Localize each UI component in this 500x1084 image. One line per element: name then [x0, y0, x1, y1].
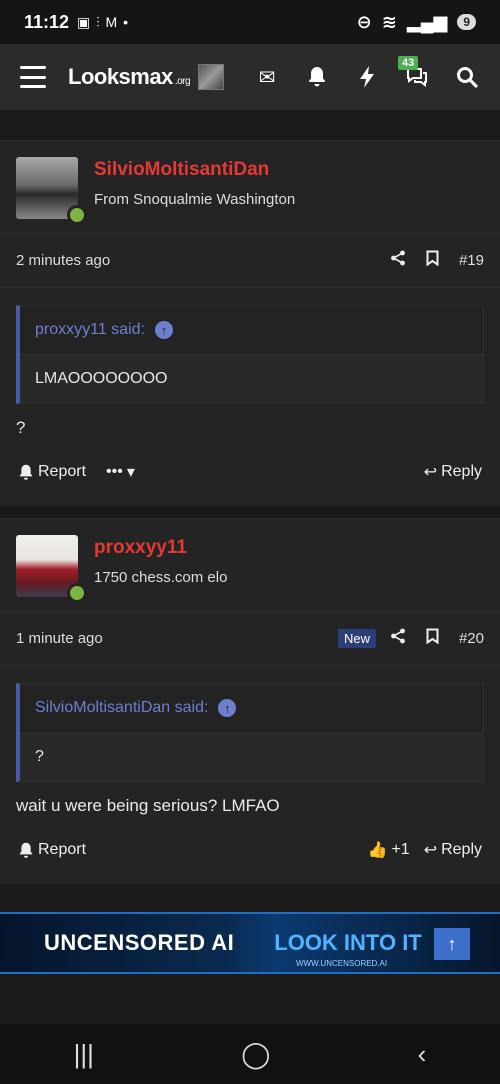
arrow-up-icon[interactable]: ↑ — [154, 321, 173, 339]
thumbs-up-icon: 👍 — [367, 842, 388, 859]
logo-main: Looksmax — [68, 64, 173, 89]
user-avatar[interactable] — [198, 64, 225, 90]
new-badge: New — [337, 629, 376, 648]
menu-icon[interactable] — [20, 66, 46, 88]
post-meta: 1 minute ago New #20 — [0, 612, 500, 666]
post-body: ? — [16, 418, 26, 437]
top-navbar: Looksmax .org ✉ 43 — [0, 44, 500, 110]
post-header: SilvioMoltisantiDan From Snoqualmie Wash… — [0, 141, 500, 234]
report-button[interactable]: Report — [18, 463, 86, 481]
more-options-button[interactable]: ••• ▾ — [106, 462, 135, 482]
report-label: Report — [38, 841, 87, 858]
status-time: 11:12 — [24, 11, 70, 32]
recent-apps-icon[interactable]: ||| — [74, 1039, 94, 1070]
bell-icon — [19, 464, 33, 480]
reply-icon: ↩ — [423, 464, 438, 481]
ad-text-secondary: LOOK INTO IT — [274, 930, 422, 955]
status-bar: 11:12 ▣ ⫶ M • ⊖ ≋ ▂▄▆ 9 — [0, 0, 500, 44]
ad-text-primary: UNCENSORED AI — [44, 930, 235, 955]
like-label: +1 — [391, 841, 410, 858]
username[interactable]: proxxyy11 — [94, 537, 227, 559]
reply-label: Reply — [441, 463, 482, 480]
battery-icon: 9 — [457, 14, 476, 30]
lightning-icon[interactable] — [354, 64, 380, 90]
post: proxxyy11 1750 chess.com elo 1 minute ag… — [0, 518, 500, 884]
post-body: wait u were being serious? LMFAO — [16, 796, 280, 815]
reply-label: Reply — [441, 841, 482, 858]
user-title: From Snoqualmie Washington — [94, 191, 296, 208]
post-meta: 2 minutes ago #19 — [0, 234, 500, 288]
username[interactable]: SilvioMoltisantiDan — [94, 159, 295, 181]
post-actions: Report ••• ▾ ↩ Reply — [0, 438, 500, 506]
post-header: proxxyy11 1750 chess.com elo — [0, 519, 500, 612]
mail-icon[interactable]: ✉ — [254, 64, 280, 90]
quote-author[interactable]: SilvioMoltisantiDan said: — [35, 699, 208, 717]
post-time[interactable]: 1 minute ago — [16, 630, 103, 647]
reply-button[interactable]: ↩ Reply — [424, 462, 482, 482]
search-icon[interactable] — [454, 64, 480, 90]
scroll-to-top-button[interactable]: ↑ — [434, 928, 470, 960]
quote-body: ? — [20, 733, 483, 781]
logo-sub: .org — [174, 76, 191, 87]
caret-down-icon: ▾ — [126, 464, 135, 481]
online-indicator — [67, 205, 87, 225]
chat-icon[interactable]: 43 — [398, 56, 430, 90]
system-nav-bar: ||| ◯ ‹ — [0, 1024, 500, 1084]
ad-banner[interactable]: UNCENSORED AI LOOK INTO IT WWW.UNCENSORE… — [0, 912, 500, 974]
dnd-icon: ⊖ — [356, 11, 372, 32]
arrow-up-icon[interactable]: ↑ — [218, 699, 237, 717]
quote-body: LMAOOOOOOOO — [20, 355, 483, 403]
back-icon[interactable]: ‹ — [418, 1039, 427, 1070]
signal-icon: ▂▄▆ — [406, 11, 448, 32]
report-label: Report — [38, 463, 87, 480]
bookmark-icon[interactable] — [426, 628, 439, 649]
quote-author[interactable]: proxxyy11 said: — [35, 321, 145, 339]
ad-url: WWW.UNCENSORED.AI — [296, 959, 388, 968]
share-icon[interactable] — [390, 628, 406, 649]
thread-content: SilvioMoltisantiDan From Snoqualmie Wash… — [0, 110, 500, 1024]
quote-block: proxxyy11 said: ↑ LMAOOOOOOOO — [16, 305, 484, 404]
post-time[interactable]: 2 minutes ago — [16, 252, 110, 269]
post-actions: Report 👍 +1 ↩ Reply — [0, 816, 500, 884]
online-indicator — [67, 583, 87, 603]
report-button[interactable]: Report — [18, 841, 86, 859]
alerts-badge: 43 — [398, 56, 419, 70]
more-label: ••• — [106, 463, 123, 480]
like-button[interactable]: 👍 +1 — [368, 840, 410, 860]
reply-icon: ↩ — [423, 842, 438, 859]
bell-icon — [19, 842, 33, 858]
post-number[interactable]: #20 — [459, 630, 484, 647]
status-icons: ▣ ⫶ M • — [77, 13, 130, 30]
post: SilvioMoltisantiDan From Snoqualmie Wash… — [0, 140, 500, 506]
share-icon[interactable] — [390, 250, 406, 271]
bookmark-icon[interactable] — [426, 250, 439, 271]
wifi-icon: ≋ — [381, 11, 397, 32]
site-logo[interactable]: Looksmax .org — [68, 64, 191, 90]
bell-icon[interactable] — [304, 64, 330, 90]
home-icon[interactable]: ◯ — [241, 1039, 270, 1070]
reply-button[interactable]: ↩ Reply — [424, 840, 482, 860]
quote-block: SilvioMoltisantiDan said: ↑ ? — [16, 683, 484, 782]
user-title: 1750 chess.com elo — [94, 569, 228, 586]
post-number[interactable]: #19 — [459, 252, 484, 269]
